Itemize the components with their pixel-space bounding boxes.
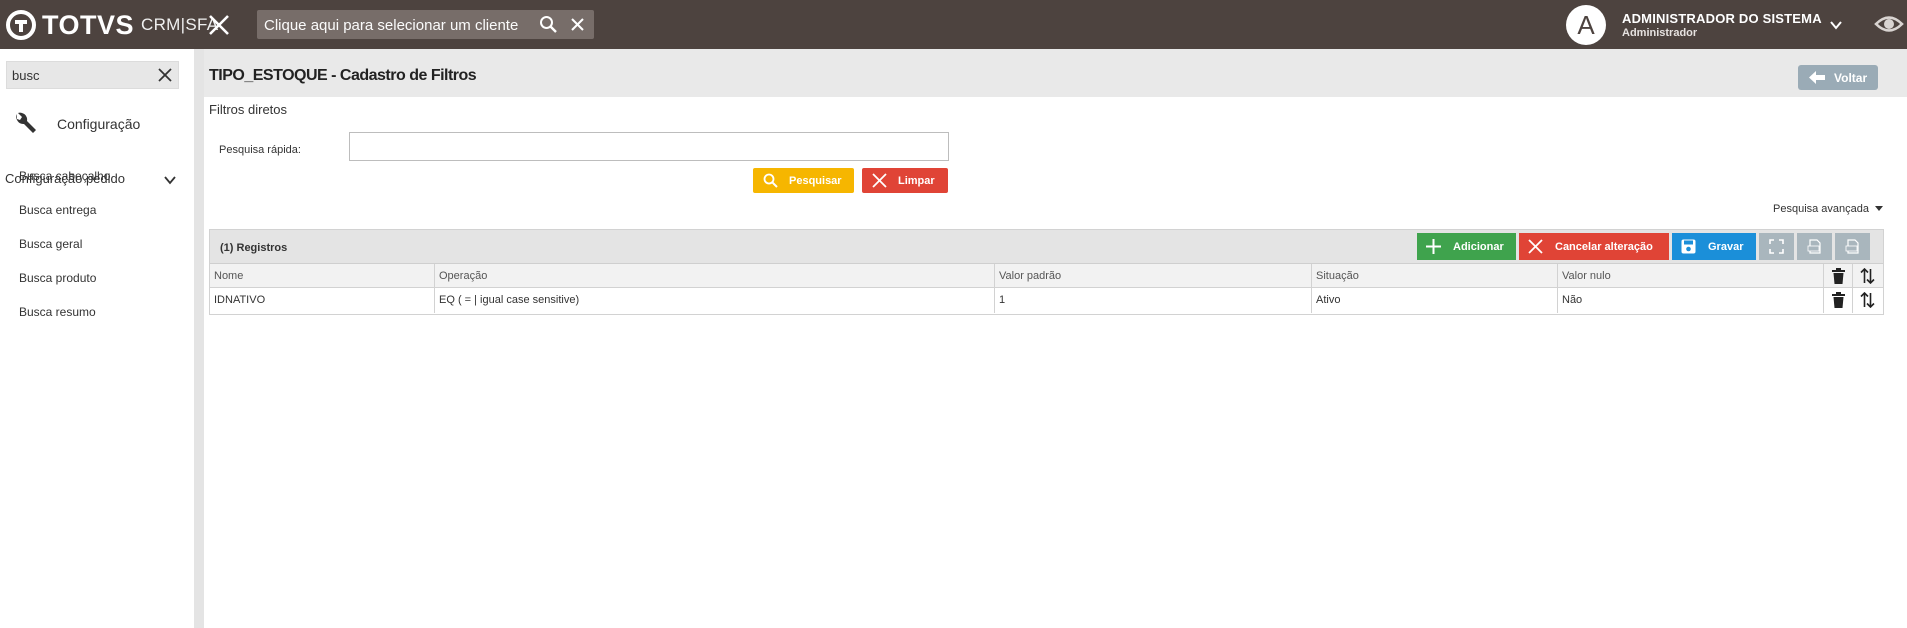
add-button[interactable]: Adicionar <box>1417 233 1516 260</box>
clear-client-icon[interactable] <box>570 17 585 32</box>
header-delete-cell[interactable] <box>1824 264 1853 287</box>
close-icon[interactable] <box>157 67 173 83</box>
brand-name: TOTVS <box>42 10 135 40</box>
column-header-operacao[interactable]: Operação <box>435 264 995 287</box>
menu-search-input[interactable]: busc <box>6 61 179 89</box>
totvs-logo-icon <box>6 10 36 40</box>
sidebar: busc Configuração Configuração pedido Bu… <box>0 49 194 628</box>
quick-search-label: Pesquisa rápida: <box>219 144 301 156</box>
main-content: TIPO_ESTOQUE - Cadastro de Filtros Volta… <box>204 49 1907 628</box>
top-bar: TOTVS CRM|SFA Clique aqui para seleciona… <box>0 0 1907 49</box>
column-header-nome[interactable]: Nome <box>210 264 435 287</box>
menu-search-value: busc <box>12 68 40 83</box>
advanced-search-toggle[interactable]: Pesquisa avançada <box>1773 203 1869 215</box>
user-name[interactable]: ADMINISTRADOR DO SISTEMA <box>1622 11 1822 26</box>
search-icon[interactable] <box>539 15 558 34</box>
fullscreen-button[interactable] <box>1759 233 1794 260</box>
client-search-placeholder: Clique aqui para selecionar um cliente <box>264 17 519 34</box>
wrench-icon <box>16 112 36 133</box>
title-bar: TIPO_ESTOQUE - Cadastro de Filtros Volta… <box>204 49 1907 97</box>
cell-valor-nulo[interactable]: Não <box>1558 288 1824 313</box>
add-button-label: Adicionar <box>1453 241 1504 253</box>
avatar[interactable]: A <box>1566 5 1606 45</box>
xls-file-icon <box>1845 239 1859 254</box>
csv-file-icon <box>1807 239 1821 254</box>
column-header-situacao[interactable]: Situação <box>1312 264 1558 287</box>
table-row[interactable]: IDNATIVO EQ ( = | igual case sensitive) … <box>210 288 1883 313</box>
records-count: (1) Registros <box>220 242 288 254</box>
sidebar-item-busca-entrega[interactable]: Busca entrega <box>19 203 96 217</box>
save-button[interactable]: Gravar <box>1672 233 1756 260</box>
cell-nome[interactable]: IDNATIVO <box>210 288 435 313</box>
caret-down-icon[interactable] <box>1875 206 1883 211</box>
clear-button[interactable]: Limpar <box>862 168 948 193</box>
search-button-label: Pesquisar <box>789 175 842 187</box>
user-role: Administrador <box>1622 27 1698 39</box>
trash-icon[interactable] <box>1831 268 1846 284</box>
arrow-left-icon <box>1809 71 1825 84</box>
eye-icon[interactable] <box>1874 13 1904 35</box>
clear-button-label: Limpar <box>898 175 935 187</box>
cell-operacao[interactable]: EQ ( = | igual case sensitive) <box>435 288 995 313</box>
records-grid: (1) Registros Adicionar Cancelar alteraç… <box>209 229 1884 315</box>
sidebar-section-configuracao[interactable]: Configuração <box>12 111 140 137</box>
filters-heading: Filtros diretos <box>209 102 288 117</box>
cell-valor-padrao[interactable]: 1 <box>995 288 1312 313</box>
column-header-valor-nulo[interactable]: Valor nulo <box>1558 264 1824 287</box>
row-sort-cell[interactable] <box>1853 288 1883 313</box>
sidebar-item-busca-geral[interactable]: Busca geral <box>19 237 82 251</box>
cancel-changes-label: Cancelar alteração <box>1555 241 1653 253</box>
grid-toolbar: (1) Registros Adicionar Cancelar alteraç… <box>210 230 1883 264</box>
fullscreen-icon <box>1769 239 1784 254</box>
sidebar-item-busca-cabecalho[interactable]: Busca cabeçalho <box>19 169 110 183</box>
sidebar-divider <box>194 49 204 628</box>
grid-header-row: Nome Operação Valor padrão Situação Valo… <box>210 264 1883 288</box>
chevron-down-icon[interactable] <box>1828 17 1844 33</box>
save-button-label: Gravar <box>1708 241 1744 253</box>
page-title: TIPO_ESTOQUE - Cadastro de Filtros <box>209 67 477 84</box>
back-button[interactable]: Voltar <box>1798 65 1878 90</box>
chevron-down-icon[interactable] <box>163 173 177 187</box>
totvs-logo[interactable]: TOTVS CRM|SFA <box>6 10 218 40</box>
close-menu-icon[interactable] <box>206 12 232 38</box>
plus-icon <box>1426 239 1441 254</box>
cell-situacao[interactable]: Ativo <box>1312 288 1558 313</box>
column-header-valor-padrao[interactable]: Valor padrão <box>995 264 1312 287</box>
cancel-changes-button[interactable]: Cancelar alteração <box>1519 233 1669 260</box>
trash-icon[interactable] <box>1831 292 1846 308</box>
sidebar-item-busca-resumo[interactable]: Busca resumo <box>19 305 96 319</box>
export-csv-button[interactable] <box>1797 233 1832 260</box>
save-icon <box>1681 239 1696 254</box>
close-icon <box>1528 239 1543 254</box>
header-sort-cell[interactable] <box>1853 264 1883 287</box>
row-delete-cell[interactable] <box>1824 288 1853 313</box>
search-button[interactable]: Pesquisar <box>753 168 854 193</box>
sort-icon[interactable] <box>1860 292 1875 308</box>
sort-icon[interactable] <box>1860 268 1875 284</box>
close-icon <box>872 173 887 188</box>
back-button-label: Voltar <box>1834 71 1868 85</box>
sidebar-section-label: Configuração <box>57 116 141 132</box>
export-xls-button[interactable] <box>1835 233 1870 260</box>
sidebar-item-busca-produto[interactable]: Busca produto <box>19 271 96 285</box>
search-icon <box>763 173 778 188</box>
quick-search-input[interactable] <box>349 132 949 161</box>
client-search-field[interactable]: Clique aqui para selecionar um cliente <box>257 10 594 39</box>
